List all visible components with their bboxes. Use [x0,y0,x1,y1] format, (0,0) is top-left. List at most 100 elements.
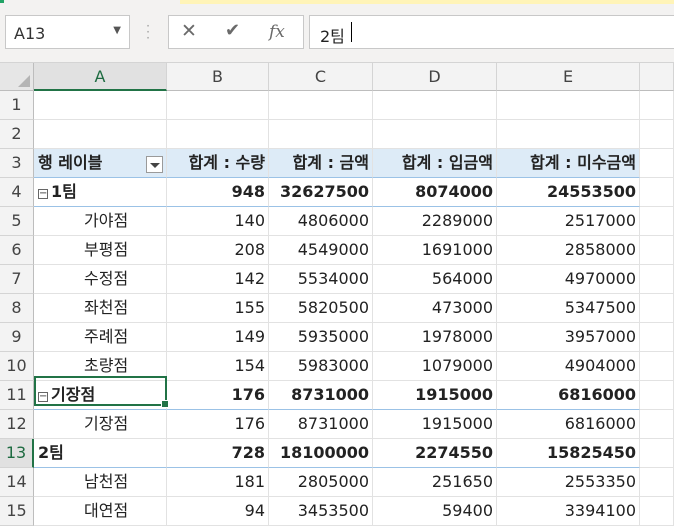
pivot-value-cell[interactable]: 140 [167,207,269,236]
pivot-value-cell[interactable]: 3957000 [497,323,640,352]
row-header-5[interactable]: 5 [0,207,34,236]
row-header-9[interactable]: 9 [0,323,34,352]
cell[interactable] [497,91,640,120]
cell[interactable] [640,410,674,439]
pivot-value-cell[interactable]: 2553350 [497,468,640,497]
pivot-value-cell[interactable]: 1079000 [373,352,497,381]
cell[interactable] [373,91,497,120]
row-header-3[interactable]: 3 [0,149,34,178]
pivot-item-label[interactable]: 부평점 [34,236,167,265]
cell[interactable] [167,91,269,120]
pivot-value-cell[interactable]: 4970000 [497,265,640,294]
cell[interactable] [640,236,674,265]
cell[interactable] [269,91,373,120]
pivot-value-cell[interactable]: 2289000 [373,207,497,236]
pivot-value-cell[interactable]: 8731000 [269,381,373,410]
pivot-value-cell[interactable]: 155 [167,294,269,323]
row-header-6[interactable]: 6 [0,236,34,265]
cell[interactable] [640,294,674,323]
pivot-value-cell[interactable]: 5935000 [269,323,373,352]
column-header-b[interactable]: B [167,63,269,91]
cell[interactable] [640,323,674,352]
cell[interactable] [640,439,674,468]
formula-bar-grip-icon[interactable]: · · · [146,20,150,44]
pivot-item-label[interactable]: 주례점 [34,323,167,352]
cell[interactable] [640,91,674,120]
cell[interactable] [640,265,674,294]
pivot-value-cell[interactable]: 2517000 [497,207,640,236]
pivot-item-label[interactable]: 가야점 [34,207,167,236]
row-header-13[interactable]: 13 [0,439,34,468]
row-header-8[interactable]: 8 [0,294,34,323]
cell[interactable] [167,120,269,149]
cell[interactable] [34,91,167,120]
pivot-value-cell[interactable]: 728 [167,439,269,468]
fill-handle[interactable] [161,400,169,408]
pivot-item-label[interactable]: 좌천점 [34,294,167,323]
column-header-a[interactable]: A [34,63,167,91]
pivot-value-cell[interactable]: 154 [167,352,269,381]
formula-input[interactable]: 2팀 [309,15,674,49]
pivot-value-cell[interactable]: 1691000 [373,236,497,265]
pivot-value-cell[interactable]: 176 [167,381,269,410]
pivot-group-label[interactable]: −1팀 [34,178,167,207]
column-header-c[interactable]: C [269,63,373,91]
pivot-item-label[interactable]: 수정점 [34,265,167,294]
pivot-value-cell[interactable]: 1915000 [373,381,497,410]
name-box[interactable]: A13 ▼ [5,15,130,49]
pivot-value-cell[interactable]: 6816000 [497,381,640,410]
row-header-11[interactable]: 11 [0,381,34,410]
collapse-toggle-icon[interactable]: − [38,189,48,199]
cell[interactable] [640,207,674,236]
cell[interactable] [269,120,373,149]
pivot-value-cell[interactable]: 5820500 [269,294,373,323]
pivot-value-cell[interactable]: 4806000 [269,207,373,236]
pivot-value-cell[interactable]: 4904000 [497,352,640,381]
pivot-value-cell[interactable]: 473000 [373,294,497,323]
pivot-value-cell[interactable]: 32627500 [269,178,373,207]
pivot-value-cell[interactable]: 181 [167,468,269,497]
pivot-value-cell[interactable]: 1978000 [373,323,497,352]
row-header-12[interactable]: 12 [0,410,34,439]
cancel-x-icon[interactable]: ✕ [181,20,197,42]
cell[interactable] [373,120,497,149]
pivot-value-cell[interactable]: 149 [167,323,269,352]
pivot-value-cell[interactable]: 2858000 [497,236,640,265]
column-header-d[interactable]: D [373,63,497,91]
chevron-down-icon[interactable]: ▼ [113,25,121,36]
row-header-2[interactable]: 2 [0,120,34,149]
pivot-value-cell[interactable]: 5347500 [497,294,640,323]
pivot-value-cell[interactable]: 8074000 [373,178,497,207]
spreadsheet-grid[interactable]: A B C D E 1 2 3 4 5 6 7 8 9 10 11 12 13 14 15 행 레이블 합계 : 수량 합계… [0,63,674,526]
cell[interactable] [34,120,167,149]
pivot-value-cell[interactable]: 6816000 [497,410,640,439]
cell[interactable] [497,120,640,149]
pivot-value-cell[interactable]: 24553500 [497,178,640,207]
pivot-value-cell[interactable]: 5534000 [269,265,373,294]
pivot-value-cell[interactable]: 4549000 [269,236,373,265]
cell[interactable] [640,381,674,410]
pivot-value-cell[interactable]: 15825450 [497,439,640,468]
pivot-item-label[interactable]: 남천점 [34,468,167,497]
pivot-value-cell[interactable]: 251650 [373,468,497,497]
pivot-value-cell[interactable]: 948 [167,178,269,207]
pivot-value-cell[interactable]: 8731000 [269,410,373,439]
pivot-item-label[interactable]: 기장점 [34,410,167,439]
pivot-value-cell[interactable]: 1915000 [373,410,497,439]
pivot-group-label[interactable]: 2팀 [34,439,167,468]
filter-dropdown-button[interactable] [146,156,163,173]
pivot-value-cell[interactable]: 2805000 [269,468,373,497]
row-header-1[interactable]: 1 [0,91,34,120]
enter-check-icon[interactable]: ✔ [225,20,240,41]
column-header-extra[interactable] [640,63,674,91]
cell[interactable] [640,352,674,381]
pivot-value-cell[interactable]: 5983000 [269,352,373,381]
pivot-row-labels-header[interactable]: 행 레이블 [34,149,167,178]
row-header-7[interactable]: 7 [0,265,34,294]
pivot-value-cell[interactable]: 564000 [373,265,497,294]
row-header-10[interactable]: 10 [0,352,34,381]
insert-function-button[interactable]: fx [269,22,285,42]
cell[interactable] [640,149,674,178]
pivot-value-cell[interactable]: 2274550 [373,439,497,468]
pivot-value-cell[interactable]: 18100000 [269,439,373,468]
